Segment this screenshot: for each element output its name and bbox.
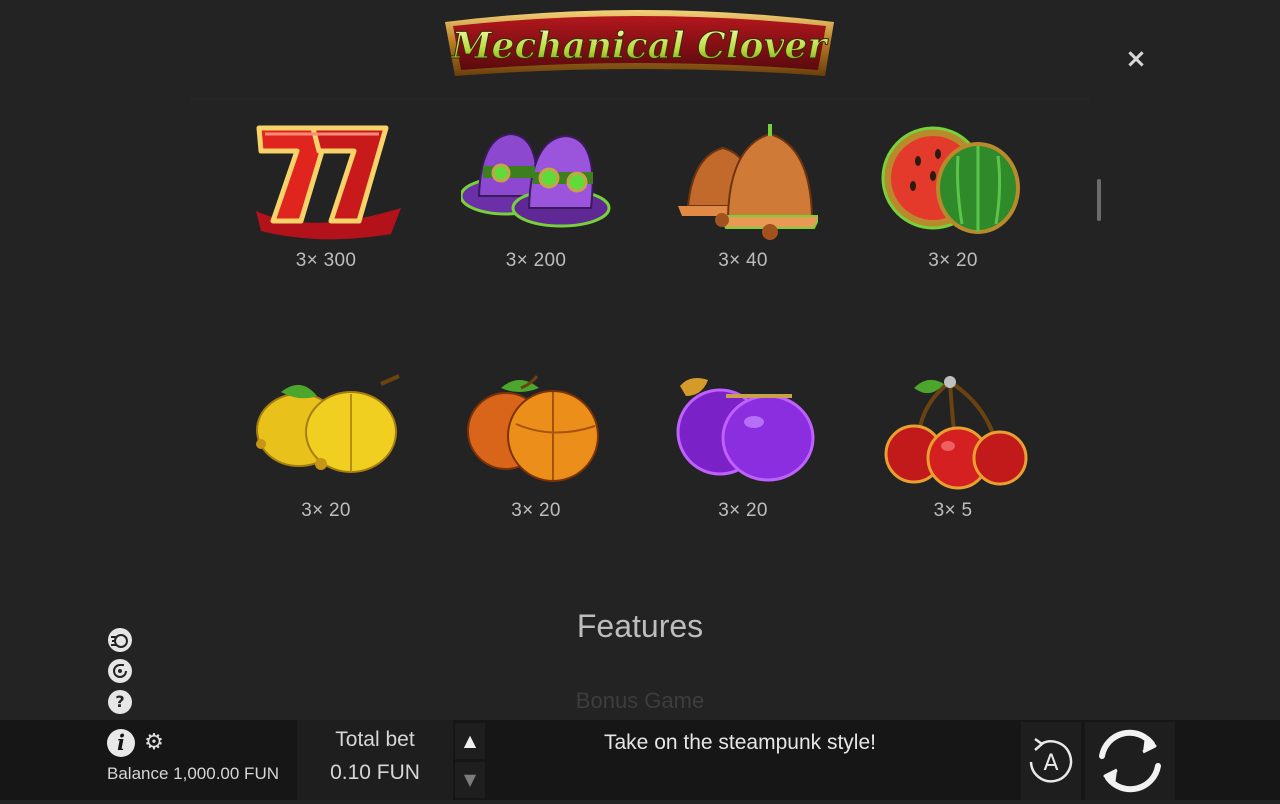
features-heading: Features [576, 608, 704, 644]
autoplay-button[interactable]: A [1021, 722, 1081, 800]
turbo-icon[interactable] [108, 628, 132, 652]
paytable-item-orange: 3× 20 [451, 366, 621, 536]
paytable: 3× 300 3× 200 3× 40 3× 20 3× 20 3× 20 3×… [0, 0, 1280, 560]
spin-icon [1099, 729, 1161, 793]
steampunk-hat-icon [461, 132, 611, 228]
plum-icon [676, 378, 815, 482]
total-bet-value: 0.10 FUN [330, 761, 420, 784]
payout-text: 3× 40 [718, 250, 768, 271]
payout-text: 3× 200 [505, 250, 567, 271]
paytable-item-watermelon: 3× 20 [868, 116, 1038, 286]
paytable-item-bells: 3× 40 [658, 116, 828, 286]
info-button[interactable]: i [107, 729, 135, 757]
payout-text: 3× 20 [511, 500, 561, 521]
side-toolbar: ? [108, 628, 134, 721]
orange-icon [467, 375, 599, 482]
next-section-heading: Bonus Game [575, 688, 705, 710]
info-icon: i [117, 730, 125, 755]
bet-decrease-button[interactable]: ▼ [455, 762, 485, 798]
history-icon[interactable] [108, 659, 132, 683]
lemon-icon [256, 374, 400, 473]
cherry-icon [884, 376, 1028, 490]
gear-icon: ⚙ [144, 730, 164, 755]
payout-text: 3× 300 [295, 250, 357, 271]
bells-icon [678, 124, 818, 240]
payout-text: 3× 20 [928, 250, 978, 271]
status-message: Take on the steampunk style! [604, 731, 876, 754]
autoplay-label: A [1043, 751, 1058, 776]
paytable-item-sevens: 3× 300 [241, 116, 411, 286]
paytable-item-cherry: 3× 5 [868, 366, 1038, 536]
help-icon[interactable]: ? [108, 690, 132, 714]
double-seven-icon [256, 125, 401, 240]
paytable-item-lemon: 3× 20 [241, 366, 411, 536]
settings-button[interactable]: ⚙ [142, 731, 166, 755]
payout-text: 3× 20 [301, 500, 351, 521]
autoplay-icon: A [1029, 737, 1073, 783]
paytable-item-top-hats: 3× 200 [451, 116, 621, 286]
triangle-up-icon: ▲ [463, 731, 477, 750]
spin-button[interactable] [1085, 722, 1175, 800]
triangle-down-icon: ▼ [463, 770, 477, 789]
bet-increase-button[interactable]: ▲ [455, 723, 485, 759]
total-bet-panel: Total bet 0.10 FUN [297, 720, 453, 800]
balance-display: Balance 1,000.00 FUN [107, 764, 279, 783]
paytable-item-plum: 3× 20 [658, 366, 828, 536]
paytable-scrollbar[interactable] [1097, 179, 1101, 221]
total-bet-label: Total bet [335, 728, 415, 751]
watermelon-icon [881, 126, 1020, 234]
payout-text: 3× 20 [718, 500, 768, 521]
payout-text: 3× 5 [933, 500, 973, 521]
